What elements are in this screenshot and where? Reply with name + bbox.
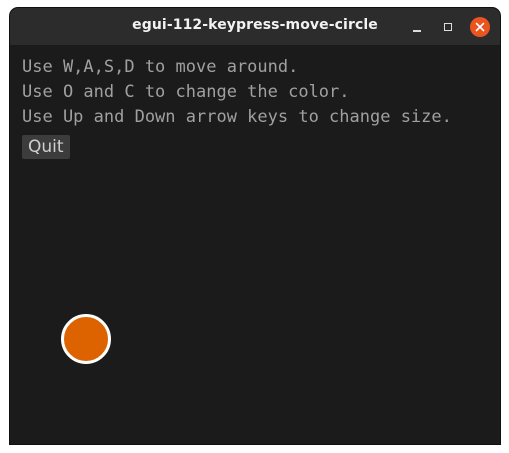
instruction-size: Use Up and Down arrow keys to change siz… xyxy=(22,107,452,127)
close-icon xyxy=(475,22,485,32)
maximize-button[interactable] xyxy=(438,17,458,37)
minimize-icon xyxy=(413,30,421,32)
quit-button[interactable]: Quit xyxy=(22,135,70,159)
minimize-button[interactable] xyxy=(407,17,427,37)
maximize-icon xyxy=(444,23,452,31)
close-button[interactable] xyxy=(470,17,490,37)
title-bar[interactable]: egui-112-keypress-move-circle xyxy=(10,8,500,46)
app-window: egui-112-keypress-move-circle Use W,A,S,… xyxy=(10,8,500,444)
central-panel[interactable]: Use W,A,S,D to move around. Use O and C … xyxy=(10,46,500,444)
instruction-color: Use O and C to change the color. xyxy=(22,82,350,102)
instruction-move: Use W,A,S,D to move around. xyxy=(22,57,299,77)
movable-circle xyxy=(61,314,111,364)
